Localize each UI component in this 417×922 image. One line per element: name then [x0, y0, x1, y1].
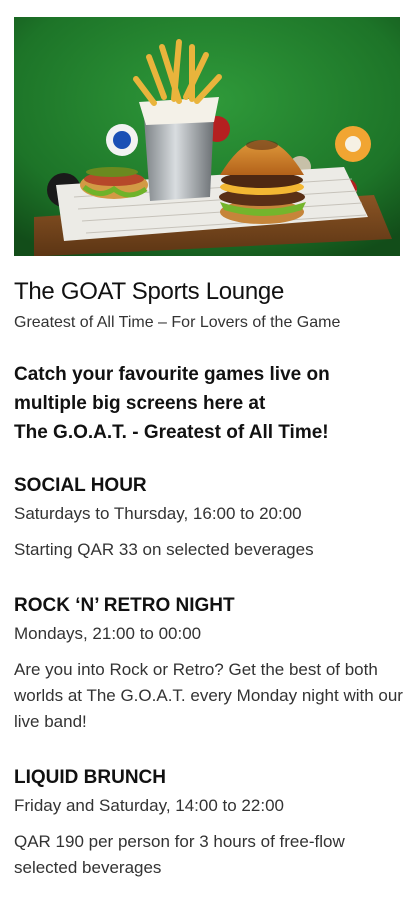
intro-text: Catch your favourite games live on multi… [14, 360, 406, 447]
section-description: QAR 190 per person for 3 hours of free-f… [14, 832, 345, 877]
section-description: Starting QAR 33 on selected beverages [14, 540, 314, 559]
intro-line: multiple big screens here at [14, 393, 266, 414]
offer-section-social-hour: SOCIAL HOUR Saturdays to Thursday, 16:00… [14, 473, 406, 563]
intro-line: Catch your favourite games live on [14, 364, 330, 385]
section-time: Friday and Saturday, 14:00 to 22:00 [14, 796, 284, 815]
page-subtitle: Greatest of All Time – For Lovers of the… [14, 314, 341, 331]
section-title: SOCIAL HOUR [14, 475, 147, 496]
offer-section-liquid-brunch: LIQUID BRUNCH Friday and Saturday, 14:00… [14, 765, 406, 881]
section-description: Are you into Rock or Retro? Get the best… [14, 660, 403, 731]
offer-section-rock-retro-night: ROCK ‘N’ RETRO NIGHT Mondays, 21:00 to 0… [14, 593, 406, 735]
burger-fries-photo [14, 17, 400, 256]
section-time: Saturdays to Thursday, 16:00 to 20:00 [14, 504, 302, 523]
main-content: The GOAT Sports Lounge Greatest of All T… [14, 274, 406, 881]
intro-line: The G.O.A.T. - Greatest of All Time! [14, 422, 329, 443]
section-title: LIQUID BRUNCH [14, 767, 166, 788]
hero-image [14, 17, 400, 256]
section-title: ROCK ‘N’ RETRO NIGHT [14, 595, 235, 616]
page-title: The GOAT Sports Lounge [14, 278, 284, 305]
section-time: Mondays, 21:00 to 00:00 [14, 624, 202, 643]
